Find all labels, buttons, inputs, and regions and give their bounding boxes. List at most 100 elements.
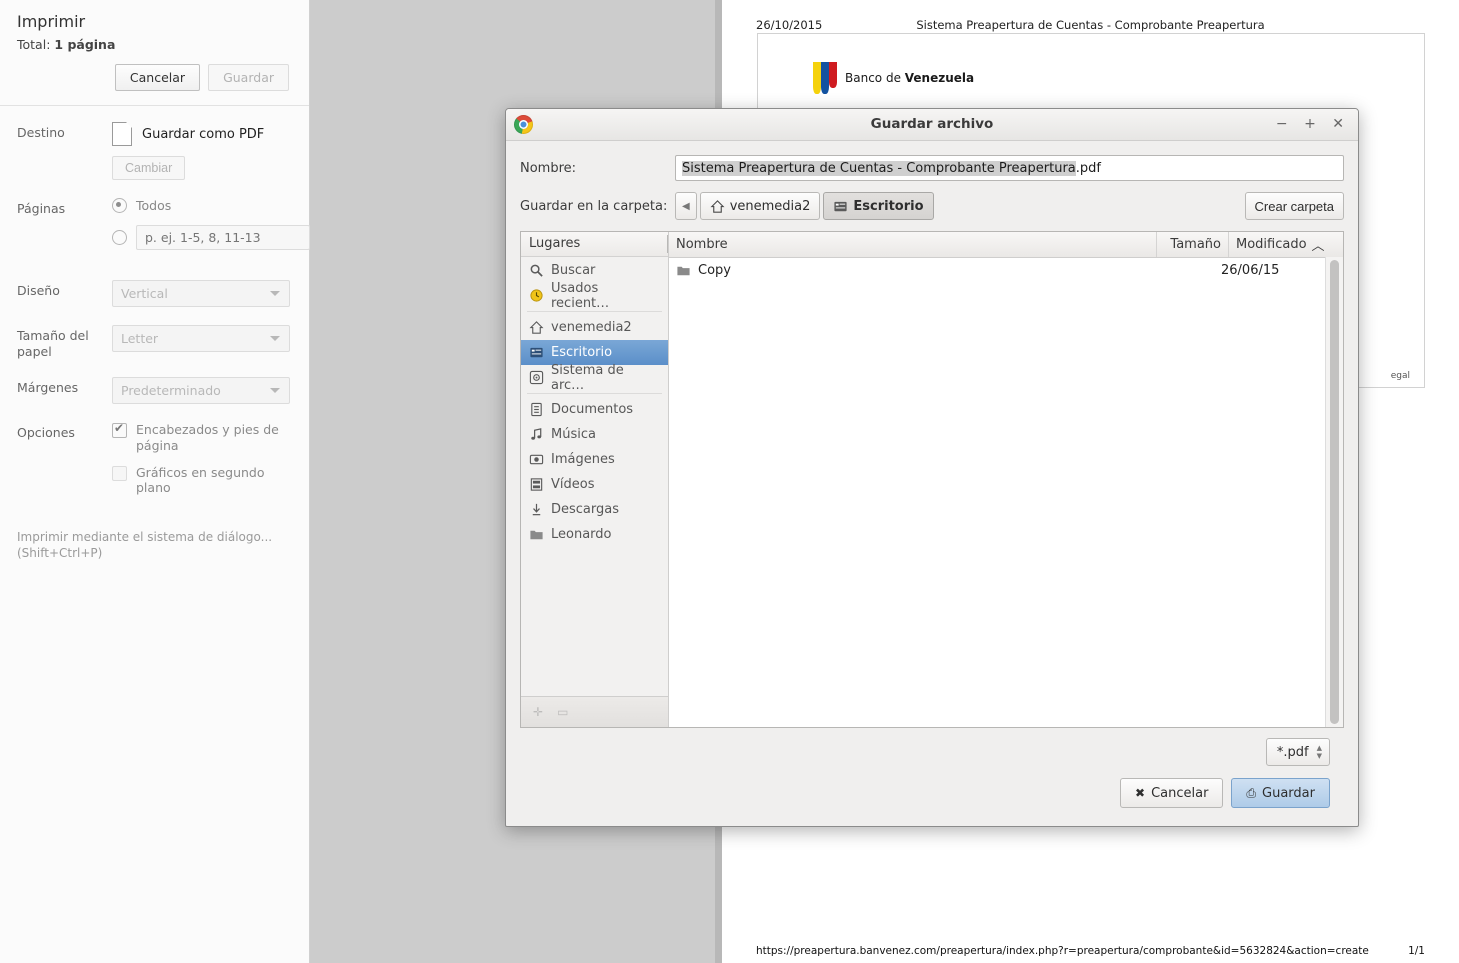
option-background-graphics[interactable]: Gráficos en segundo plano	[112, 465, 295, 496]
save-file-dialog: Guardar archivo − + ✕ Nombre: Sistema Pr…	[505, 108, 1359, 827]
print-save-button[interactable]: Guardar	[208, 64, 289, 91]
music-icon	[531, 428, 542, 440]
print-total-value: 1 página	[54, 37, 116, 52]
column-header-modified-label: Modificado	[1236, 237, 1307, 252]
create-folder-button[interactable]: Crear carpeta	[1244, 192, 1344, 220]
path-breadcrumb: ◀ venemedia2 Escritorio Crear carpeta	[675, 192, 1344, 220]
system-dialog-link[interactable]: Imprimir mediante el sistema de diálogo.…	[0, 525, 309, 561]
video-icon	[530, 478, 543, 491]
place-item-label: Leonardo	[551, 527, 612, 542]
place-item-sistema-de-archivos[interactable]: Sistema de arc…	[521, 362, 668, 393]
place-item-imagenes[interactable]: Imágenes	[521, 447, 668, 472]
path-button-venemedia2[interactable]: venemedia2	[699, 192, 821, 220]
maximize-icon[interactable]: +	[1300, 116, 1322, 132]
checkbox-headers-footers-icon[interactable]: ✔	[112, 422, 127, 439]
print-total: Total: 1 página	[17, 37, 289, 52]
chevron-down-icon	[270, 388, 280, 394]
place-item-leonardo[interactable]: Leonardo	[521, 522, 668, 547]
chevron-down-icon	[270, 336, 280, 341]
column-header-name[interactable]: Nombre	[669, 232, 1156, 257]
change-destination-button[interactable]: Cambiar	[112, 156, 186, 180]
option-headers-footers-label: Encabezados y pies de página	[136, 422, 279, 453]
add-place-icon[interactable]: ✛	[533, 705, 543, 719]
search-icon	[530, 264, 543, 277]
desktop-icon	[834, 201, 847, 211]
place-item-buscar[interactable]: Buscar	[521, 258, 668, 283]
bank-name: Banco de Venezuela	[845, 71, 974, 85]
checkbox-background-graphics-icon[interactable]	[112, 465, 127, 481]
image-icon	[529, 454, 544, 465]
place-item-videos[interactable]: Vídeos	[521, 472, 668, 497]
dialog-save-button[interactable]: ⎙ Guardar	[1231, 778, 1330, 808]
layout-select[interactable]: Vertical	[112, 280, 290, 307]
margins-select[interactable]: Predeterminado	[112, 377, 290, 405]
place-item-label: Escritorio	[551, 345, 613, 360]
pages-range-input[interactable]	[136, 225, 310, 250]
pages-all-option[interactable]: Todos	[112, 198, 310, 213]
pages-label: Páginas	[17, 201, 66, 216]
download-icon	[532, 503, 541, 516]
minimize-icon[interactable]: −	[1272, 116, 1294, 132]
file-list: Nombre Tamaño Modificado ︿ Copy 26/06/15	[669, 232, 1343, 727]
places-header: Lugares	[521, 232, 668, 257]
places-divider	[527, 393, 662, 394]
margins-label: Márgenes	[17, 380, 79, 396]
path-back-button[interactable]: ◀	[675, 192, 697, 220]
file-name-cell: Copy	[669, 263, 1142, 278]
place-item-venemedia2[interactable]: venemedia2	[521, 315, 668, 340]
file-list-scrollbar[interactable]	[1325, 257, 1343, 727]
option-headers-footers[interactable]: ✔ Encabezados y pies de página	[112, 422, 295, 453]
column-header-modified[interactable]: Modificado ︿	[1228, 232, 1343, 257]
margins-row: Márgenes Predeterminado	[17, 377, 295, 405]
destination-label: Destino	[17, 125, 65, 140]
place-item-label: Documentos	[551, 402, 634, 417]
place-item-label: Usados recient…	[551, 280, 610, 311]
place-item-descargas[interactable]: Descargas	[521, 497, 668, 522]
sort-ascending-icon: ︿	[1311, 239, 1325, 254]
place-item-musica[interactable]: Música	[521, 422, 668, 447]
dialog-title: Guardar archivo	[870, 116, 994, 132]
layout-row: Diseño Vertical	[17, 280, 295, 307]
name-row: Nombre: Sistema Preapertura de Cuentas -…	[520, 155, 1344, 181]
disk-icon	[529, 370, 544, 385]
radio-range-icon[interactable]	[112, 230, 127, 245]
bank-name-bold: Venezuela	[904, 71, 975, 85]
home-icon	[529, 321, 544, 334]
spinner-arrows-icon: ▲ ▼	[1316, 744, 1322, 760]
scrollbar-thumb[interactable]	[1330, 260, 1339, 724]
file-modified-cell: 26/06/15	[1221, 262, 1280, 278]
place-item-label: Sistema de arc…	[551, 362, 624, 393]
print-cancel-button[interactable]: Cancelar	[114, 64, 201, 91]
column-header-size[interactable]: Tamaño	[1156, 232, 1228, 257]
places-footer: ✛ ▭	[521, 696, 668, 727]
close-icon[interactable]: ✕	[1328, 116, 1350, 132]
file-type-filter-select[interactable]: *.pdf ▲ ▼	[1265, 738, 1330, 766]
print-panel: Imprimir Total: 1 página Cancelar Guarda…	[0, 0, 310, 963]
place-item-escritorio[interactable]: Escritorio	[521, 340, 668, 365]
paper-size-select[interactable]: Letter	[112, 325, 290, 352]
file-row-copy[interactable]: Copy 26/06/15	[669, 258, 1343, 282]
bank-name-prefix: Banco de	[845, 71, 905, 85]
place-item-documentos[interactable]: Documentos	[521, 397, 668, 422]
document-icon	[531, 402, 542, 417]
dialog-cancel-button[interactable]: ✖ Cancelar	[1120, 778, 1224, 808]
layout-value: Vertical	[121, 286, 168, 301]
pages-all-label: Todos	[136, 198, 172, 213]
dialog-action-buttons: ✖ Cancelar ⎙ Guardar	[520, 766, 1344, 808]
path-button-escritorio[interactable]: Escritorio	[823, 192, 934, 220]
filename-input[interactable]: Sistema Preapertura de Cuentas - Comprob…	[675, 155, 1344, 181]
destination-row: Destino Guardar como PDF Cambiar	[17, 122, 295, 180]
recent-icon	[530, 289, 543, 302]
place-item-usados-recientes[interactable]: Usados recient…	[521, 280, 668, 311]
print-panel-title: Imprimir	[17, 12, 86, 31]
pages-range-option[interactable]	[112, 225, 310, 250]
destination-value: Guardar como PDF	[142, 126, 265, 142]
save-disk-icon: ⎙	[1246, 785, 1257, 800]
radio-all-icon[interactable]	[112, 198, 127, 213]
preview-footer-page: 1/1	[1408, 945, 1425, 957]
filename-selected-part: Sistema Preapertura de Cuentas - Comprob…	[682, 160, 1076, 176]
place-item-label: venemedia2	[551, 320, 632, 335]
file-list-header: Nombre Tamaño Modificado ︿	[669, 232, 1343, 258]
remove-place-icon[interactable]: ▭	[557, 705, 568, 719]
chevron-down-icon	[270, 291, 280, 296]
